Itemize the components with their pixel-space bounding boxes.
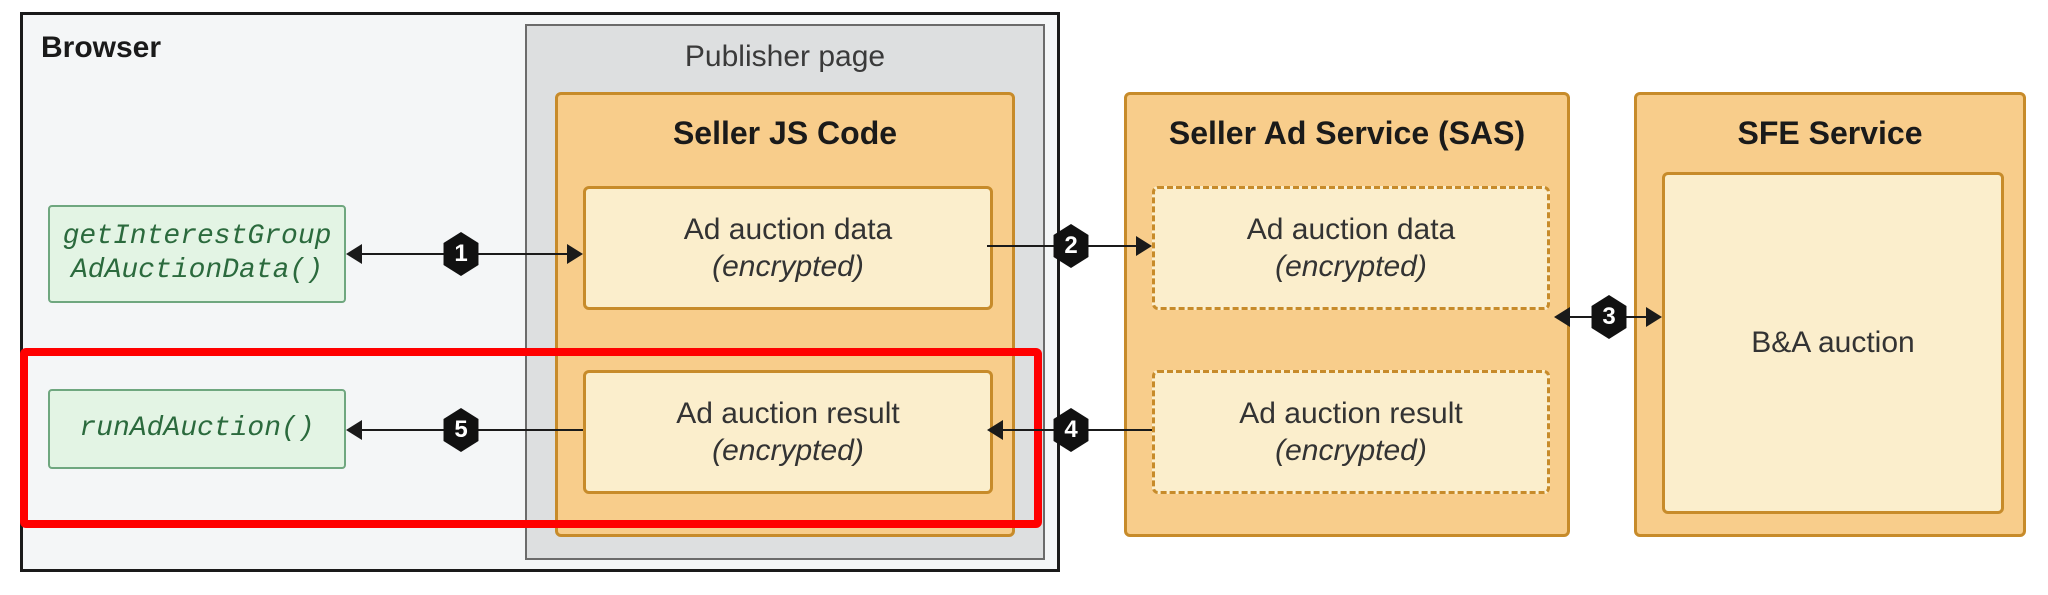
api-run-ad-auction: runAdAuction(): [48, 389, 346, 469]
diagram-stage: Browser Publisher page Seller JS Code Ad…: [0, 0, 2048, 595]
seller-js-ad-result-line1: Ad auction result: [676, 395, 899, 433]
api-get-interest-group: getInterestGroup AdAuctionData(): [48, 205, 346, 303]
step-badge-3-label: 3: [1602, 303, 1615, 331]
sfe-ba-auction-card: B&A auction: [1662, 172, 2004, 514]
sfe-ba-auction-label: B&A auction: [1751, 324, 1914, 362]
publisher-page-title: Publisher page: [527, 40, 1043, 74]
seller-js-ad-data-line2: (encrypted): [712, 248, 864, 286]
step-badge-5-label: 5: [454, 416, 467, 444]
seller-sas-title: Seller Ad Service (SAS): [1127, 115, 1567, 152]
step-badge-3: 3: [1590, 295, 1628, 339]
api-run-ad-auction-label: runAdAuction(): [79, 412, 314, 446]
sas-ad-result-line2: (encrypted): [1275, 432, 1427, 470]
sfe-title: SFE Service: [1637, 115, 2023, 152]
sas-ad-result-card: Ad auction result (encrypted): [1152, 370, 1550, 494]
seller-js-ad-result-line2: (encrypted): [712, 432, 864, 470]
arrow-step-3-right: [1646, 307, 1662, 327]
arrow-step-3-left: [1554, 307, 1570, 327]
sas-ad-data-line1: Ad auction data: [1247, 211, 1456, 249]
step-badge-1-label: 1: [454, 240, 467, 268]
step-badge-4-label: 4: [1064, 416, 1077, 444]
seller-js-ad-data-line1: Ad auction data: [684, 211, 893, 249]
arrow-step-1-left: [346, 244, 362, 264]
api-get-interest-group-label: getInterestGroup AdAuctionData(): [63, 220, 332, 287]
arrow-step-5-left: [346, 420, 362, 440]
seller-js-ad-data-card: Ad auction data (encrypted): [583, 186, 993, 310]
step-badge-2-label: 2: [1064, 232, 1077, 260]
sas-ad-data-card: Ad auction data (encrypted): [1152, 186, 1550, 310]
arrow-step-4-left: [987, 420, 1003, 440]
seller-js-ad-result-card: Ad auction result (encrypted): [583, 370, 993, 494]
arrow-step-1-right: [567, 244, 583, 264]
seller-js-title: Seller JS Code: [558, 115, 1012, 152]
sas-ad-data-line2: (encrypted): [1275, 248, 1427, 286]
sas-ad-result-line1: Ad auction result: [1239, 395, 1462, 433]
browser-title: Browser: [41, 31, 161, 65]
arrow-step-2-right: [1136, 236, 1152, 256]
